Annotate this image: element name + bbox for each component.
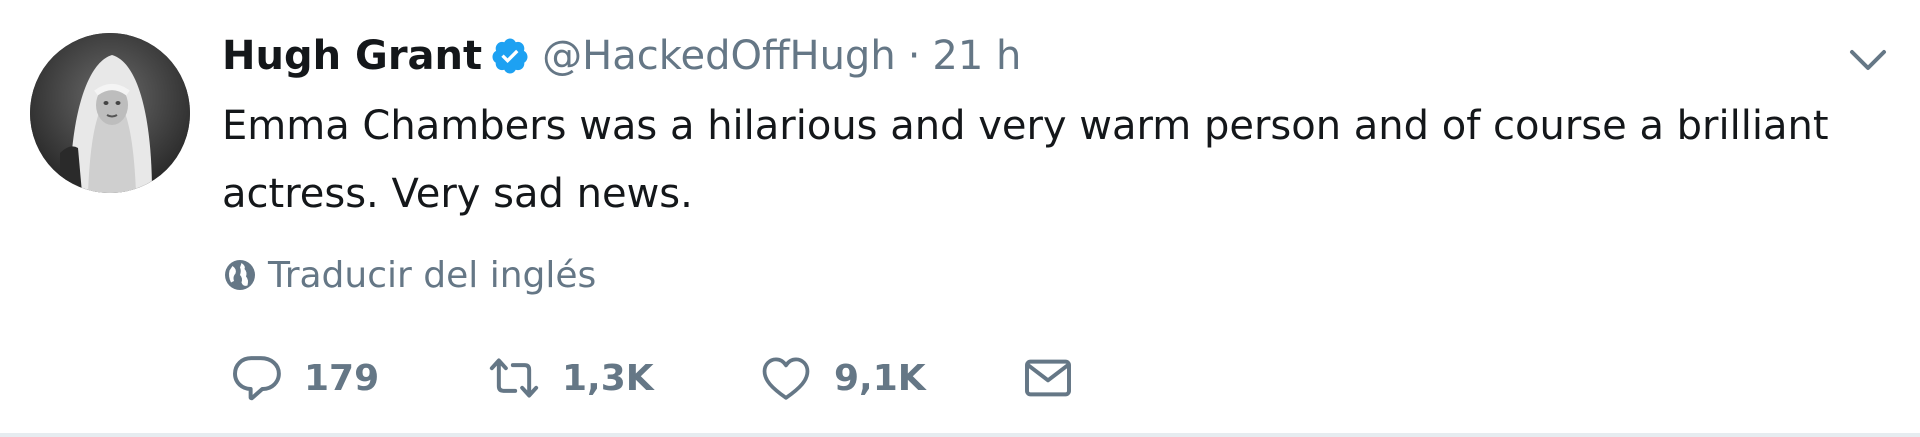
- globe-icon: [222, 257, 258, 293]
- tweet-card[interactable]: Hugh Grant @HackedOffHugh · 21 h Emma Ch…: [0, 0, 1920, 437]
- reply-button[interactable]: 179: [228, 350, 486, 406]
- author-handle[interactable]: @HackedOffHugh: [542, 33, 896, 79]
- author-name[interactable]: Hugh Grant: [222, 33, 482, 79]
- separator-dot: ·: [907, 33, 921, 79]
- retweet-button[interactable]: 1,3K: [486, 350, 758, 406]
- avatar[interactable]: [30, 33, 190, 193]
- tweet-text: Emma Chambers was a hilarious and very w…: [222, 103, 1829, 217]
- like-button[interactable]: 9,1K: [758, 350, 1020, 406]
- translate-link[interactable]: Traducir del inglés: [222, 252, 596, 298]
- direct-message-button[interactable]: [1020, 350, 1076, 406]
- tweet-actions: 179 1,3K 9,1K: [228, 348, 1076, 408]
- retweet-count: 1,3K: [562, 357, 654, 399]
- envelope-icon: [1020, 350, 1076, 406]
- like-count: 9,1K: [834, 357, 926, 399]
- reply-count: 179: [304, 357, 380, 399]
- reply-icon: [228, 350, 284, 406]
- verified-badge-icon: [490, 36, 530, 76]
- retweet-icon: [486, 350, 542, 406]
- translate-label: Traducir del inglés: [268, 254, 597, 296]
- heart-icon: [758, 350, 814, 406]
- chevron-down-icon[interactable]: [1844, 42, 1892, 78]
- tweet-timestamp[interactable]: 21 h: [932, 33, 1021, 79]
- tweet-header: Hugh Grant @HackedOffHugh · 21 h: [222, 28, 1021, 84]
